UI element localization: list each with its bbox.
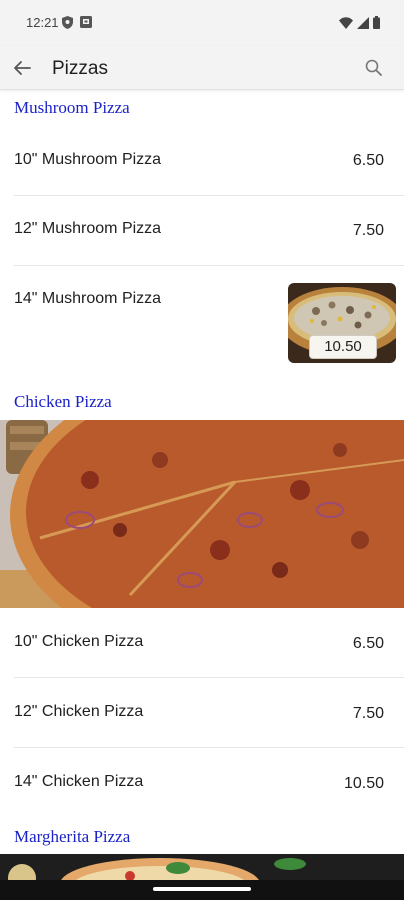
arrow-left-icon xyxy=(14,61,31,75)
notification-box-icon xyxy=(80,16,92,28)
back-button[interactable] xyxy=(10,56,34,80)
item-name: 10" Mushroom Pizza xyxy=(14,151,162,168)
item-name: 14" Mushroom Pizza xyxy=(14,290,162,307)
item-name: 10" Chicken Pizza xyxy=(14,633,144,650)
status-time: 12:21 xyxy=(26,15,59,30)
signal-icon xyxy=(357,16,369,29)
wifi-icon xyxy=(339,16,353,29)
battery-icon xyxy=(373,16,380,29)
section-title-margherita-pizza: Margherita Pizza xyxy=(14,827,131,846)
shield-icon xyxy=(62,16,73,29)
item-name: 14" Chicken Pizza xyxy=(14,773,144,790)
menu-item-14-chicken-pizza[interactable]: 14" Chicken Pizza 10.50 xyxy=(0,748,404,818)
menu-item-10-chicken-pizza[interactable]: 10" Chicken Pizza 6.50 xyxy=(0,608,404,677)
search-icon xyxy=(365,59,382,76)
item-price: 6.50 xyxy=(352,152,384,169)
menu-item-10-mushroom-pizza[interactable]: 10" Mushroom Pizza 6.50 xyxy=(0,130,404,195)
home-gesture-handle[interactable] xyxy=(153,887,251,891)
menu-item-14-mushroom-pizza[interactable]: 14" Mushroom Pizza 10.50 xyxy=(0,266,404,376)
search-button[interactable] xyxy=(364,58,384,78)
item-price: 10.50 xyxy=(343,775,384,792)
item-name: 12" Mushroom Pizza xyxy=(14,220,162,237)
page-title: Pizzas xyxy=(52,58,108,79)
margherita-pizza-banner-image xyxy=(0,854,404,880)
item-price: 7.50 xyxy=(352,222,384,239)
item-price: 10.50 xyxy=(309,335,377,359)
chicken-pizza-banner-image xyxy=(0,420,404,608)
item-name: 12" Chicken Pizza xyxy=(14,703,144,720)
menu-item-12-mushroom-pizza[interactable]: 12" Mushroom Pizza 7.50 xyxy=(0,196,404,265)
system-navigation-bar xyxy=(0,880,404,900)
app-bar: Pizzas xyxy=(0,46,404,90)
section-title-chicken-pizza: Chicken Pizza xyxy=(14,392,112,411)
mushroom-pizza-thumbnail: 10.50 xyxy=(288,283,396,363)
status-bar: 12:21 xyxy=(0,0,404,46)
menu-list[interactable]: Mushroom Pizza 10" Mushroom Pizza 6.50 1… xyxy=(0,90,404,880)
section-title-mushroom-pizza: Mushroom Pizza xyxy=(14,98,130,117)
item-price: 7.50 xyxy=(352,705,384,722)
menu-item-12-chicken-pizza[interactable]: 12" Chicken Pizza 7.50 xyxy=(0,678,404,748)
item-price: 6.50 xyxy=(352,635,384,652)
